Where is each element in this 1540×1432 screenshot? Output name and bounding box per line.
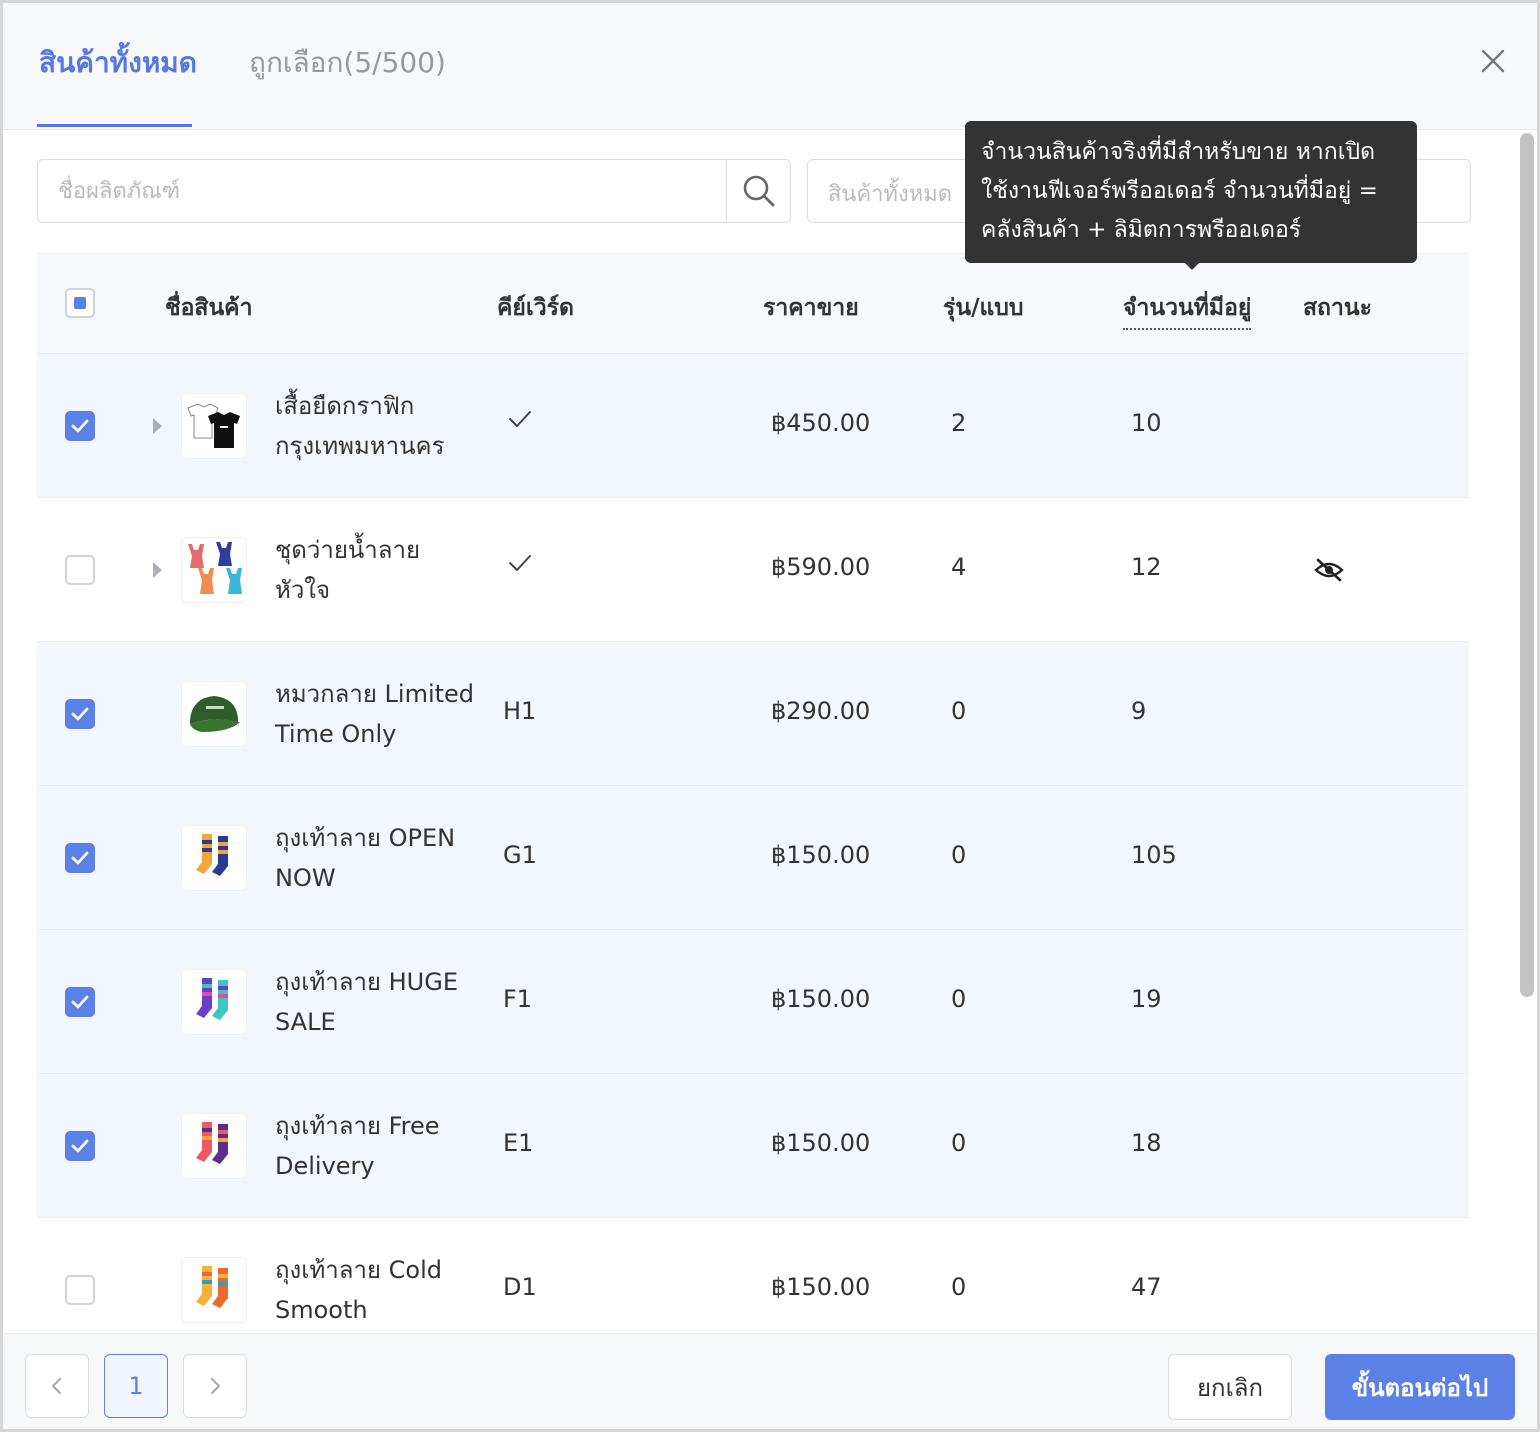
product-thumbnail xyxy=(181,393,247,459)
product-thumbnail xyxy=(181,825,247,891)
product-price: ฿290.00 xyxy=(771,697,871,725)
prev-page-button[interactable] xyxy=(25,1354,89,1418)
dialog-content: สินค้าทั้งหมด ชื่อสินค้า คีย์เวิร์ด ราคา… xyxy=(3,131,1537,1333)
product-name: ถุงเท้าลาย HUGE SALE xyxy=(275,968,458,1036)
product-price: ฿590.00 xyxy=(771,553,871,581)
checkmark-icon xyxy=(71,851,89,865)
product-keyword: H1 xyxy=(503,697,537,725)
product-name: ชุดว่ายน้ำลายหัวใจ xyxy=(275,536,421,604)
search-input[interactable] xyxy=(38,160,726,222)
column-header-keyword: คีย์เวิร์ด xyxy=(497,295,574,321)
select-all-checkbox[interactable] xyxy=(65,288,95,318)
row-checkbox[interactable] xyxy=(65,1275,95,1305)
product-available-quantity: 10 xyxy=(1131,409,1162,437)
product-thumbnail xyxy=(181,1257,247,1323)
table-row[interactable]: หมวกลาย Limited Time Only H1 ฿290.00 0 9 xyxy=(37,642,1469,786)
row-checkbox[interactable] xyxy=(65,843,95,873)
tab-all-products[interactable]: สินค้าทั้งหมด xyxy=(39,41,197,91)
product-thumbnail xyxy=(181,681,247,747)
chevron-right-icon xyxy=(210,1377,221,1395)
table-row[interactable]: ถุงเท้าลาย OPEN NOW G1 ฿150.00 0 105 xyxy=(37,786,1469,930)
table-row[interactable]: ชุดว่ายน้ำลายหัวใจ ฿590.00 4 12 xyxy=(37,498,1469,642)
product-picker-dialog: สินค้าทั้งหมด ถูกเลือก(5/500) สินค้าทั้ง… xyxy=(0,0,1540,1432)
column-header-available[interactable]: จำนวนที่มีอยู่ xyxy=(1123,290,1252,330)
product-price: ฿150.00 xyxy=(771,1273,871,1301)
product-thumbnail xyxy=(181,537,247,603)
row-checkbox[interactable] xyxy=(65,1131,95,1161)
tooltip-arrow xyxy=(1183,261,1201,270)
row-checkbox[interactable] xyxy=(65,555,95,585)
dialog-header: สินค้าทั้งหมด ถูกเลือก(5/500) xyxy=(3,3,1537,130)
product-price: ฿150.00 xyxy=(771,985,871,1013)
active-tab-indicator xyxy=(37,124,192,127)
caret-right-icon xyxy=(153,418,162,434)
table-row[interactable]: เสื้อยืดกราฟิกกรุงเทพมหานคร ฿450.00 2 10 xyxy=(37,354,1469,498)
product-variant-count: 0 xyxy=(951,841,967,869)
page-number-button[interactable]: 1 xyxy=(104,1354,168,1418)
search-bar xyxy=(37,159,791,223)
hidden-eye-icon xyxy=(1313,556,1345,590)
product-variant-count: 4 xyxy=(951,553,967,581)
product-variant-count: 0 xyxy=(951,697,967,725)
category-filter-value: สินค้าทั้งหมด xyxy=(828,182,953,207)
scrollbar-thumb[interactable] xyxy=(1520,133,1534,997)
product-price: ฿150.00 xyxy=(771,1129,871,1157)
expand-variants-button[interactable] xyxy=(149,414,165,438)
checkmark-icon xyxy=(71,995,89,1009)
column-header-status: สถานะ xyxy=(1303,295,1372,321)
checkmark-icon xyxy=(71,419,89,433)
product-keyword: D1 xyxy=(503,1273,537,1301)
search-button[interactable] xyxy=(726,160,790,222)
caret-right-icon xyxy=(153,562,162,578)
dialog-footer: 1 ยกเลิก ขั้นตอนต่อไป xyxy=(3,1333,1537,1429)
column-header-name: ชื่อสินค้า xyxy=(165,295,253,321)
close-icon xyxy=(1481,49,1505,73)
checkmark-icon xyxy=(71,1139,89,1153)
table-row[interactable]: ถุงเท้าลาย HUGE SALE F1 ฿150.00 0 19 xyxy=(37,930,1469,1074)
cancel-button[interactable]: ยกเลิก xyxy=(1168,1354,1292,1420)
tab-selected-products[interactable]: ถูกเลือก(5/500) xyxy=(249,41,446,91)
product-available-quantity: 105 xyxy=(1131,841,1177,869)
product-variant-count: 0 xyxy=(951,1129,967,1157)
product-available-quantity: 12 xyxy=(1131,553,1162,581)
checkmark-icon xyxy=(71,707,89,721)
product-name: หมวกลาย Limited Time Only xyxy=(275,680,475,748)
product-name: ถุงเท้าลาย Free Delivery xyxy=(275,1112,440,1180)
product-name: ถุงเท้าลาย OPEN NOW xyxy=(275,824,456,892)
column-header-price: ราคาขาย xyxy=(763,295,859,321)
next-page-button[interactable] xyxy=(183,1354,247,1418)
row-checkbox[interactable] xyxy=(65,411,95,441)
expand-variants-button[interactable] xyxy=(149,558,165,582)
product-name: เสื้อยืดกราฟิกกรุงเทพมหานคร xyxy=(275,392,445,460)
row-checkbox[interactable] xyxy=(65,699,95,729)
product-variant-count: 0 xyxy=(951,985,967,1013)
close-button[interactable] xyxy=(1477,45,1509,77)
product-thumbnail xyxy=(181,1113,247,1179)
product-available-quantity: 19 xyxy=(1131,985,1162,1013)
product-thumbnail xyxy=(181,969,247,1035)
search-icon xyxy=(743,175,774,207)
product-price: ฿150.00 xyxy=(771,841,871,869)
keyword-check-icon xyxy=(507,408,533,436)
next-step-button[interactable]: ขั้นตอนต่อไป xyxy=(1325,1354,1515,1420)
product-available-quantity: 47 xyxy=(1131,1273,1162,1301)
table-row[interactable]: ถุงเท้าลาย Free Delivery E1 ฿150.00 0 18 xyxy=(37,1074,1469,1218)
product-keyword: G1 xyxy=(503,841,537,869)
table-header: ชื่อสินค้า คีย์เวิร์ด ราคาขาย รุ่น/แบบ จ… xyxy=(37,253,1469,354)
product-variant-count: 2 xyxy=(951,409,967,437)
table-row[interactable]: ถุงเท้าลาย Cold Smooth D1 ฿150.00 0 47 xyxy=(37,1218,1469,1333)
product-price: ฿450.00 xyxy=(771,409,871,437)
row-checkbox[interactable] xyxy=(65,987,95,1017)
product-keyword: F1 xyxy=(503,985,533,1013)
available-quantity-tooltip: จำนวนสินค้าจริงที่มีสำหรับขาย หากเปิดใช้… xyxy=(965,121,1417,263)
chevron-left-icon xyxy=(51,1377,62,1395)
product-keyword: E1 xyxy=(503,1129,534,1157)
product-available-quantity: 18 xyxy=(1131,1129,1162,1157)
product-variant-count: 0 xyxy=(951,1273,967,1301)
column-header-variants: รุ่น/แบบ xyxy=(943,295,1024,321)
product-name: ถุงเท้าลาย Cold Smooth xyxy=(275,1256,442,1324)
keyword-check-icon xyxy=(507,552,533,580)
product-available-quantity: 9 xyxy=(1131,697,1147,725)
